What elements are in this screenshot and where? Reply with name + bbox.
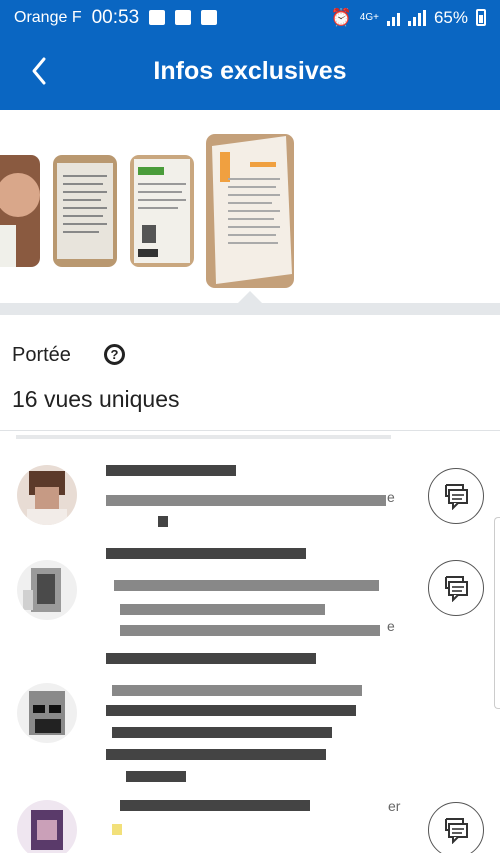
avatar <box>17 683 77 743</box>
avatar <box>17 800 77 853</box>
scrollbar[interactable] <box>494 517 500 709</box>
redacted-text <box>106 653 316 664</box>
message-button[interactable] <box>428 468 484 524</box>
redacted-text <box>114 580 379 591</box>
check-notification-icon <box>201 10 218 25</box>
post-thumbnail-4-selected[interactable] <box>206 134 294 288</box>
reach-value: 16 vues uniques <box>12 386 180 412</box>
status-bar: Orange F 00:53 ⏰ 4G+ 65% <box>0 0 500 35</box>
redacted-text <box>106 465 236 476</box>
redacted-text <box>158 516 168 527</box>
message-button[interactable] <box>428 560 484 616</box>
redacted-text <box>120 800 310 811</box>
carousel-divider <box>0 303 500 315</box>
post-thumbnail-2[interactable] <box>53 155 117 267</box>
redacted-text <box>112 824 122 835</box>
clock: 00:53 <box>91 6 140 28</box>
app-bar: Infos exclusives <box>0 35 500 110</box>
redacted-text <box>106 705 356 716</box>
battery-percent: 65% <box>433 7 468 27</box>
reach-label: Portée <box>12 344 71 366</box>
list-item[interactable]: e <box>0 540 500 645</box>
carrier-name: Orange F <box>14 8 82 26</box>
redacted-text <box>126 771 186 782</box>
truncated-text: e <box>387 618 395 634</box>
question-circle-icon[interactable]: ? <box>104 344 125 365</box>
section-divider <box>0 430 500 431</box>
gallery-notification-icon <box>149 10 166 25</box>
post-thumbnail-3[interactable] <box>130 155 194 267</box>
message-icon <box>445 818 468 844</box>
redacted-text <box>106 495 386 506</box>
redacted-text <box>120 604 325 615</box>
redacted-text <box>106 749 326 760</box>
redacted-text <box>112 685 362 696</box>
message-icon <box>445 484 468 510</box>
redacted-text <box>112 727 332 738</box>
message-button[interactable] <box>428 802 484 853</box>
list-item[interactable]: e <box>0 460 500 535</box>
signal-icon <box>386 10 400 26</box>
signal-2-icon <box>407 9 426 26</box>
post-carousel[interactable] <box>0 110 500 310</box>
battery-icon <box>476 9 486 26</box>
alarm-icon: ⏰ <box>330 7 352 27</box>
truncated-text: er <box>388 798 401 814</box>
avatar <box>17 465 77 525</box>
redacted-text <box>120 625 380 636</box>
list-item[interactable]: er <box>0 790 500 853</box>
list-header-bar <box>16 435 391 439</box>
truncated-text: e <box>387 489 395 505</box>
network-type: 4G+ <box>359 12 379 23</box>
mail-notification-icon <box>175 10 192 25</box>
post-thumbnail-1[interactable] <box>0 155 40 267</box>
message-icon <box>445 576 468 602</box>
redacted-text <box>106 548 306 559</box>
avatar <box>17 560 77 620</box>
list-item[interactable] <box>0 645 500 785</box>
page-title: Infos exclusives <box>153 57 347 85</box>
